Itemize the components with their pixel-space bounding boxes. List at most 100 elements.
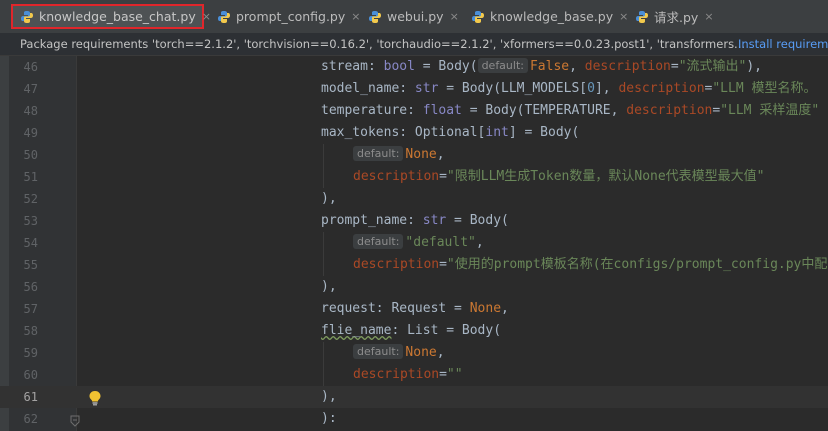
close-icon[interactable]: × (704, 10, 713, 23)
code-token: int (485, 125, 509, 140)
code-token: , (436, 345, 445, 360)
code-token: max_tokens: Optional[ (321, 125, 486, 140)
code-line[interactable]: 58 flie_name: List = Body( (0, 320, 828, 342)
line-number: 50 (23, 148, 38, 162)
code-text: default: None, (353, 144, 445, 166)
code-line[interactable]: 62): (0, 408, 828, 430)
code-line[interactable]: 51 description="限制LLM生成Token数量，默认None代表模型… (0, 166, 828, 188)
editor-tab-bar: knowledge_base_chat.py × prompt_config.p… (0, 0, 828, 34)
code-token: = Body( (414, 59, 478, 74)
code-token: ], (594, 81, 619, 96)
code-token: bool (383, 59, 415, 74)
requirements-message: Package requirements 'torch==2.1.2', 'to… (20, 37, 746, 51)
line-number: 46 (23, 60, 38, 74)
code-line[interactable]: 60 description="" (0, 364, 828, 386)
python-file-icon (369, 10, 381, 23)
code-token: "default" (405, 235, 476, 250)
code-line[interactable]: 55 description="使用的prompt模板名称(在configs/pr… (0, 254, 828, 276)
code-editor[interactable]: 46 stream: bool = Body(default: False, des… (0, 56, 828, 430)
code-text: description="" (353, 364, 463, 386)
requirements-notice-bar: Package requirements 'torch==2.1.2', 'to… (0, 33, 828, 56)
code-token: str (422, 213, 447, 228)
code-line[interactable]: 61), (0, 386, 828, 408)
code-token: 0 (587, 81, 595, 96)
code-token: "使用的prompt模板名称(在configs/prompt_config.py… (446, 257, 828, 272)
code-text: temperature: float = Body(TEMPERATURE, d… (321, 100, 819, 122)
parameter-hint: default: (353, 234, 404, 249)
intention-bulb-icon[interactable] (88, 390, 102, 406)
code-line[interactable]: 47 model_name: str = Body(LLM_MODELS[0], … (0, 78, 828, 100)
code-token: "LLM 采样温度" (720, 103, 820, 118)
tab-label: prompt_config.py (236, 9, 346, 24)
code-token: ), (746, 59, 763, 74)
tab-webui[interactable]: webui.py × (361, 4, 459, 29)
fold-marker-icon[interactable] (70, 415, 80, 427)
python-file-icon (21, 10, 33, 23)
code-line[interactable]: 49 max_tokens: Optional[int] = Body( (0, 122, 828, 144)
code-line[interactable]: 46 stream: bool = Body(default: False, des… (0, 56, 828, 78)
code-text: request: Request = None, (321, 298, 509, 320)
code-token: ), (321, 389, 337, 404)
line-number: 54 (23, 236, 38, 250)
code-line[interactable]: 52), (0, 188, 828, 210)
tab-request[interactable]: 请求.py × (628, 4, 714, 29)
code-text: prompt_name: str = Body( (321, 210, 509, 232)
code-token: prompt_name: (321, 213, 423, 228)
line-number: 55 (23, 258, 38, 272)
code-token: model_name: (321, 81, 415, 96)
close-icon[interactable]: × (351, 10, 360, 23)
line-number: 61 (23, 390, 38, 404)
line-number: 53 (23, 214, 38, 228)
indent-guide (323, 342, 324, 364)
line-number: 59 (23, 346, 38, 360)
code-token: = (439, 367, 447, 382)
code-token: : List = Body( (391, 323, 502, 338)
install-requirements-link[interactable]: Install requirements (738, 33, 828, 55)
line-number: 49 (23, 126, 38, 140)
code-line[interactable]: 50 default: None, (0, 144, 828, 166)
code-token: = (439, 257, 447, 272)
code-line[interactable]: 53 prompt_name: str = Body( (0, 210, 828, 232)
code-token: = (670, 59, 679, 74)
code-token: None (405, 345, 437, 360)
line-number: 51 (23, 170, 38, 184)
line-number: 48 (23, 104, 38, 118)
code-token: None (469, 301, 502, 316)
code-line[interactable]: 54 default: "default", (0, 232, 828, 254)
code-text: ): (321, 408, 337, 430)
code-token: "" (446, 367, 463, 382)
line-number: 56 (23, 280, 38, 294)
code-token: float (422, 103, 462, 118)
code-token: False (529, 59, 570, 74)
code-line[interactable]: 56), (0, 276, 828, 298)
code-token: stream: (321, 59, 384, 74)
code-text: ), (321, 276, 337, 298)
code-token: , (475, 235, 484, 250)
python-file-icon (218, 10, 230, 23)
code-text: stream: bool = Body(default: False, descr… (321, 56, 762, 78)
indent-guide (323, 364, 324, 386)
code-text: max_tokens: Optional[int] = Body( (321, 122, 579, 144)
line-number: 60 (23, 368, 38, 382)
parameter-hint: default: (477, 58, 528, 73)
code-token: = Body(LLM_MODELS[ (438, 81, 588, 96)
tab-prompt-config[interactable]: prompt_config.py × (210, 4, 360, 29)
line-number: 58 (23, 324, 38, 338)
tab-knowledge-base-chat[interactable]: knowledge_base_chat.py × (11, 4, 211, 29)
close-icon[interactable]: × (450, 10, 459, 23)
code-token: , (569, 59, 585, 74)
code-token: = (712, 103, 721, 118)
code-token: ), (321, 191, 337, 206)
code-line[interactable]: 59 default: None, (0, 342, 828, 364)
indent-guide (323, 144, 324, 166)
code-line[interactable]: 57 request: Request = None, (0, 298, 828, 320)
code-token: = (439, 169, 447, 184)
code-token: description (626, 103, 713, 118)
code-text: description="限制LLM生成Token数量，默认None代表模型最大… (353, 166, 765, 188)
code-token: "流式输出" (678, 59, 747, 74)
code-text: default: None, (353, 342, 445, 364)
close-icon[interactable]: × (619, 10, 628, 23)
code-line[interactable]: 48 temperature: float = Body(TEMPERATURE,… (0, 100, 828, 122)
indent-guide (323, 166, 324, 188)
tab-knowledge-base[interactable]: knowledge_base.py × (464, 4, 628, 29)
